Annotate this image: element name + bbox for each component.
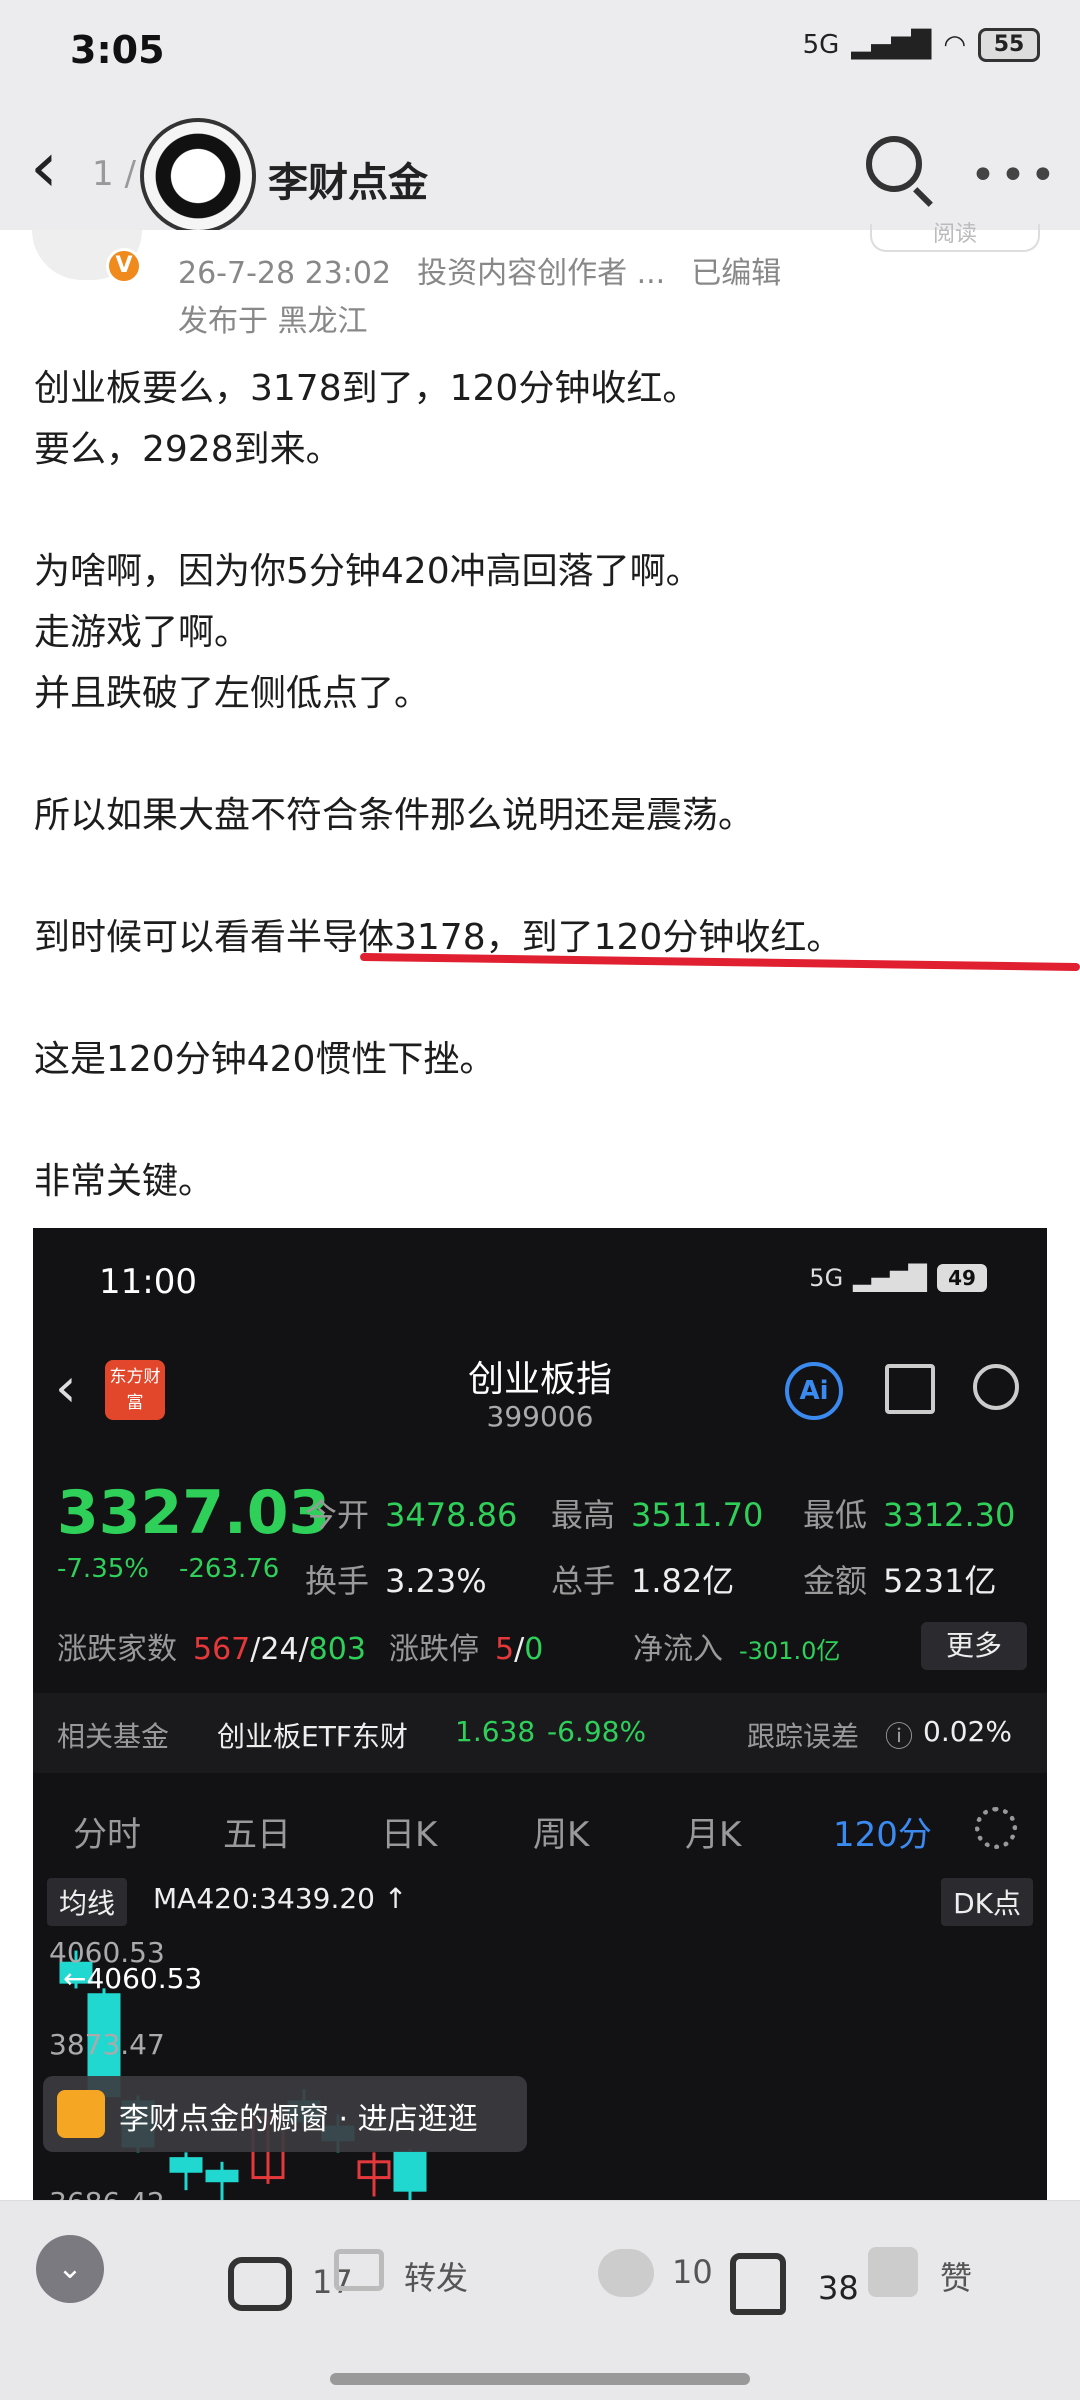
tab-period: 月K [685, 1815, 742, 1855]
paragraph: 并且跌破了左侧低点了。 [34, 673, 431, 714]
author-avatar[interactable] [140, 118, 256, 234]
post-location: 发布于 黑龙江 [178, 304, 368, 339]
shot-status-icons: 5G ▂▄▆█ 49 [809, 1264, 987, 1292]
index-price: 3327.03 [57, 1478, 331, 1548]
collapse-icon[interactable]: ⌄ [36, 2235, 104, 2303]
home-indicator[interactable] [330, 2373, 750, 2385]
back-icon[interactable]: ‹ [30, 132, 58, 202]
candle-body [393, 2150, 427, 2192]
tracking-value: 0.02% [923, 1715, 1012, 1748]
breadth-stat: 涨跌家数 567/24/803 [57, 1632, 366, 1667]
turnover-stat: 换手 3.23% [305, 1562, 487, 1600]
status-time: 3:05 [70, 28, 165, 72]
limit-stat: 涨跌停 5/0 [389, 1632, 544, 1667]
netflow-stat: 净流入 -301.0亿 [633, 1632, 841, 1667]
tab-period: 五日 [223, 1815, 291, 1855]
gear-icon [975, 1807, 1017, 1849]
network-label: 5G [802, 30, 840, 60]
wifi-icon: ◠ [943, 30, 966, 60]
low-stat: 最低 3312.30 [803, 1496, 1016, 1534]
paragraph: 所以如果大盘不符合条件那么说明还是震荡。 [34, 795, 755, 836]
high-stat: 最高 3511.70 [551, 1496, 764, 1534]
change-pct: -7.35% [57, 1554, 149, 1584]
fund-price: 1.638 [455, 1715, 536, 1748]
fund-name: 创业板ETF东财 [217, 1720, 408, 1753]
verified-badge-icon: V [106, 248, 142, 284]
status-icons: 5G ▂▄▆█ ◠ 55 [803, 28, 1040, 62]
shot-status-time: 11:00 [99, 1262, 197, 1302]
candle-body [169, 2157, 203, 2173]
read-count: 阅读 [870, 224, 1040, 252]
ai-icon: Ai [785, 1362, 843, 1420]
ma-button: 均线 [47, 1878, 128, 1926]
chat-count[interactable]: 10 [672, 2253, 713, 2291]
fund-change: -6.98% [547, 1715, 647, 1748]
like-label[interactable]: 赞 [940, 2253, 972, 2299]
ma-value: MA420:3439.20 ↑ [153, 1882, 408, 1915]
tab-period: 分时 [73, 1815, 141, 1855]
ma-row: 均线 MA420:3439.20 ↑ DK点 [33, 1878, 1047, 1926]
paragraph: 这是120分钟420惯性下挫。 [34, 1039, 496, 1080]
shop-icon [57, 2090, 105, 2138]
dk-button: DK点 [941, 1878, 1033, 1926]
change-abs: -263.76 [178, 1554, 280, 1584]
thumbs-up-icon[interactable] [730, 2253, 786, 2315]
shot-search-icon [973, 1364, 1019, 1410]
battery-icon: 49 [937, 1264, 987, 1292]
related-fund-row: 相关基金 创业板ETF东财 1.638 -6.98% 跟踪误差 ⓘ 0.02% [33, 1693, 1047, 1773]
more-button: 更多 [921, 1622, 1027, 1670]
candle-body [205, 2169, 239, 2183]
index-change: -7.35% -263.76 [57, 1554, 309, 1584]
paragraph: 走游戏了啊。 [34, 612, 251, 653]
paragraph: 创业板要么，3178到了，120分钟收红。 [34, 368, 699, 409]
period-tabs: 分时 五日 日K 周K 月K 120分 [33, 1783, 1047, 1873]
author-role[interactable]: 投资内容创作者 ... [417, 256, 665, 291]
high-marker: ←4060.53 [63, 1962, 203, 1995]
amount-stat: 金额 5231亿 [803, 1562, 997, 1600]
volume-stat: 总手 1.82亿 [551, 1562, 735, 1600]
signal-icon: ▂▄▆█ [851, 30, 932, 60]
more-icon[interactable]: ••• [970, 150, 1060, 201]
y-axis-label: 3873.47 [49, 2028, 165, 2061]
repost-label[interactable]: 转发 [404, 2253, 468, 2299]
action-bar: ⌄ 17 转发 10 38 赞 [0, 2200, 1080, 2400]
paragraph: 为啥啊，因为你5分钟420冲高回落了啊。 [34, 551, 702, 592]
stock-screenshot-image[interactable]: 11:00 5G ▂▄▆█ 49 ‹ 东方财富 创业板指 399006 Ai 3… [33, 1228, 1047, 2238]
tab-period-active: 120分 [833, 1815, 932, 1855]
repost-icon[interactable] [334, 2249, 384, 2291]
battery-icon: 55 [978, 28, 1040, 62]
post-body: 创业板要么，3178到了，120分钟收红。 要么，2928到来。 为啥啊，因为你… [34, 358, 1044, 1212]
status-bar: 3:05 5G ▂▄▆█ ◠ 55 [0, 0, 1080, 110]
shop-window-banner[interactable]: 李财点金的橱窗 · 进店逛逛 [43, 2076, 527, 2152]
search-icon[interactable] [866, 136, 922, 192]
post-meta: 26-7-28 23:02 投资内容创作者 ... 已编辑 [178, 248, 807, 292]
author-name[interactable]: 李财点金 [268, 150, 428, 208]
like-icon[interactable] [868, 2247, 918, 2297]
shop-text: 李财点金的橱窗 · 进店逛逛 [119, 2102, 478, 2137]
signal-icon: ▂▄▆█ [853, 1264, 927, 1292]
paragraph: 非常关键。 [34, 1161, 215, 1202]
like-count[interactable]: 38 [818, 2269, 859, 2307]
tracking-label: 跟踪误差 [747, 1720, 860, 1753]
post-datetime: 26-7-28 23:02 [178, 256, 392, 291]
comment-icon[interactable] [228, 2257, 292, 2311]
paragraph: 要么，2928到来。 [34, 429, 342, 470]
tab-period: 日K [381, 1815, 438, 1855]
shot-network: 5G [809, 1264, 844, 1292]
edited-label: 已编辑 [691, 256, 782, 291]
open-stat: 今开 3478.86 [305, 1496, 518, 1534]
post-content: V 阅读 26-7-28 23:02 投资内容创作者 ... 已编辑 发布于 黑龙江… [0, 224, 1080, 2238]
info-icon: ⓘ [885, 1720, 914, 1753]
tab-period: 周K [533, 1815, 590, 1855]
chat-icon[interactable] [598, 2249, 654, 2297]
fund-label: 相关基金 [57, 1720, 170, 1753]
post-header: ‹ 1 / 3 李财点金 ••• [0, 110, 1080, 234]
share-icon [885, 1364, 935, 1414]
